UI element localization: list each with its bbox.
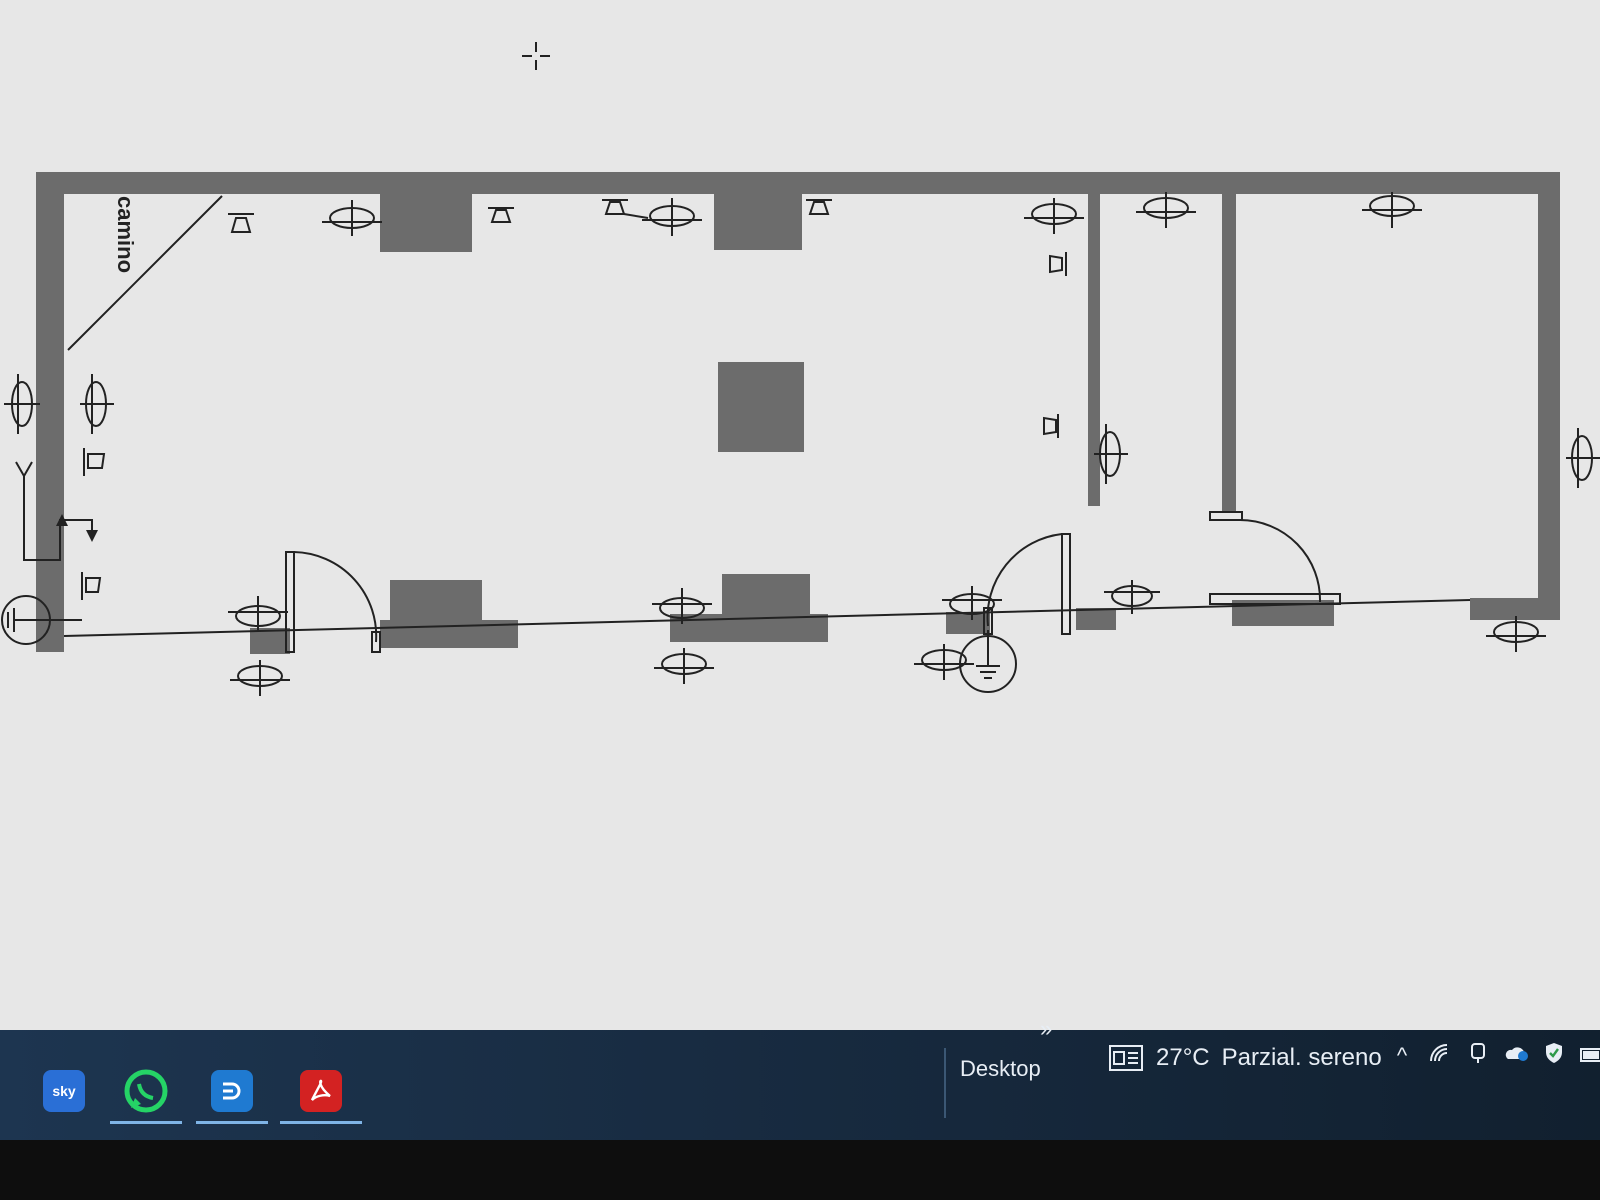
network-icon[interactable] — [1428, 1043, 1452, 1069]
light-symbol-17 — [1566, 428, 1600, 488]
system-tray: ^ — [1390, 1042, 1600, 1070]
room-label-camino: camino — [113, 196, 138, 274]
toolbar-expand-icon[interactable]: » — [1040, 1016, 1052, 1042]
taskbar-app-sky[interactable]: sky — [28, 1058, 100, 1124]
taskbar-app-whatsapp[interactable] — [110, 1058, 182, 1124]
tray-overflow-chevron-icon[interactable]: ^ — [1390, 1043, 1414, 1069]
wall-right — [1538, 172, 1560, 612]
acrobat-icon — [300, 1070, 342, 1112]
socket-symbol-1 — [228, 213, 254, 233]
weather-condition: Parzial. sereno — [1221, 1044, 1382, 1071]
socket-symbol-6 — [1043, 414, 1059, 438]
taskbar-app-dashlane[interactable] — [196, 1058, 268, 1124]
light-symbol-15 — [4, 374, 40, 434]
light-symbol-14 — [80, 374, 114, 434]
weather-temperature: 27°C — [1156, 1044, 1210, 1071]
sky-icon: sky — [43, 1070, 85, 1112]
light-symbol-5 — [1362, 192, 1422, 228]
wall-segment-bottom-4 — [1076, 608, 1116, 630]
pillar-bottom-1 — [390, 580, 482, 620]
sky-icon-label: sky — [52, 1083, 76, 1099]
light-symbol-9 — [654, 648, 714, 684]
socket-symbol-8 — [81, 572, 102, 600]
door-3 — [1209, 511, 1341, 605]
light-symbol-2 — [642, 198, 702, 236]
pillar-top-2 — [714, 190, 802, 250]
dashlane-running-indicator — [196, 1121, 268, 1124]
light-symbol-7 — [230, 660, 290, 696]
onedrive-icon[interactable] — [1504, 1043, 1528, 1069]
battery-icon[interactable] — [1580, 1043, 1600, 1069]
taskbar-divider — [944, 1048, 946, 1118]
drawing-canvas[interactable]: camino — [0, 0, 1600, 1030]
defender-icon[interactable] — [1542, 1042, 1566, 1070]
partition-2 — [1222, 190, 1236, 512]
taskbar: sky » Desktop 27°C Parzial. sereno ^ — [0, 1016, 1600, 1140]
socket-symbol-7 — [83, 448, 106, 476]
weather-widget[interactable]: 27°C Parzial. sereno — [1108, 1044, 1382, 1072]
door-1 — [285, 551, 381, 653]
fireplace-diagonal — [67, 195, 223, 351]
dashlane-icon — [211, 1070, 253, 1112]
light-symbol-4 — [1136, 192, 1196, 228]
crosshair-cursor-icon — [522, 42, 550, 70]
socket-symbol-3 — [602, 199, 649, 219]
socket-symbol-4 — [806, 199, 832, 215]
taskbar-app-acrobat[interactable] — [280, 1058, 362, 1124]
pillar-bottom-2 — [722, 574, 810, 614]
monitor-bezel — [0, 1140, 1600, 1200]
news-icon — [1109, 1045, 1143, 1071]
light-symbol-13 — [1486, 616, 1546, 652]
whatsapp-icon — [124, 1069, 168, 1113]
whatsapp-running-indicator — [110, 1121, 182, 1124]
pillar-top-1 — [380, 190, 472, 252]
door-2 — [983, 533, 1071, 635]
wall-left — [36, 172, 64, 652]
light-symbol-6 — [228, 596, 288, 632]
socket-symbol-5 — [1049, 252, 1067, 276]
partition-1 — [1088, 190, 1100, 506]
desktop-toolbar[interactable]: Desktop — [960, 1056, 1041, 1082]
ground-symbol-2 — [959, 630, 1017, 693]
meet-icon[interactable] — [1466, 1042, 1490, 1070]
light-symbol-1 — [322, 200, 382, 236]
pillar-center — [718, 362, 804, 452]
floor-plan — [1, 42, 1600, 696]
acrobat-running-indicator — [280, 1121, 362, 1124]
socket-symbol-2 — [488, 207, 514, 223]
light-symbol-3 — [1024, 198, 1084, 234]
